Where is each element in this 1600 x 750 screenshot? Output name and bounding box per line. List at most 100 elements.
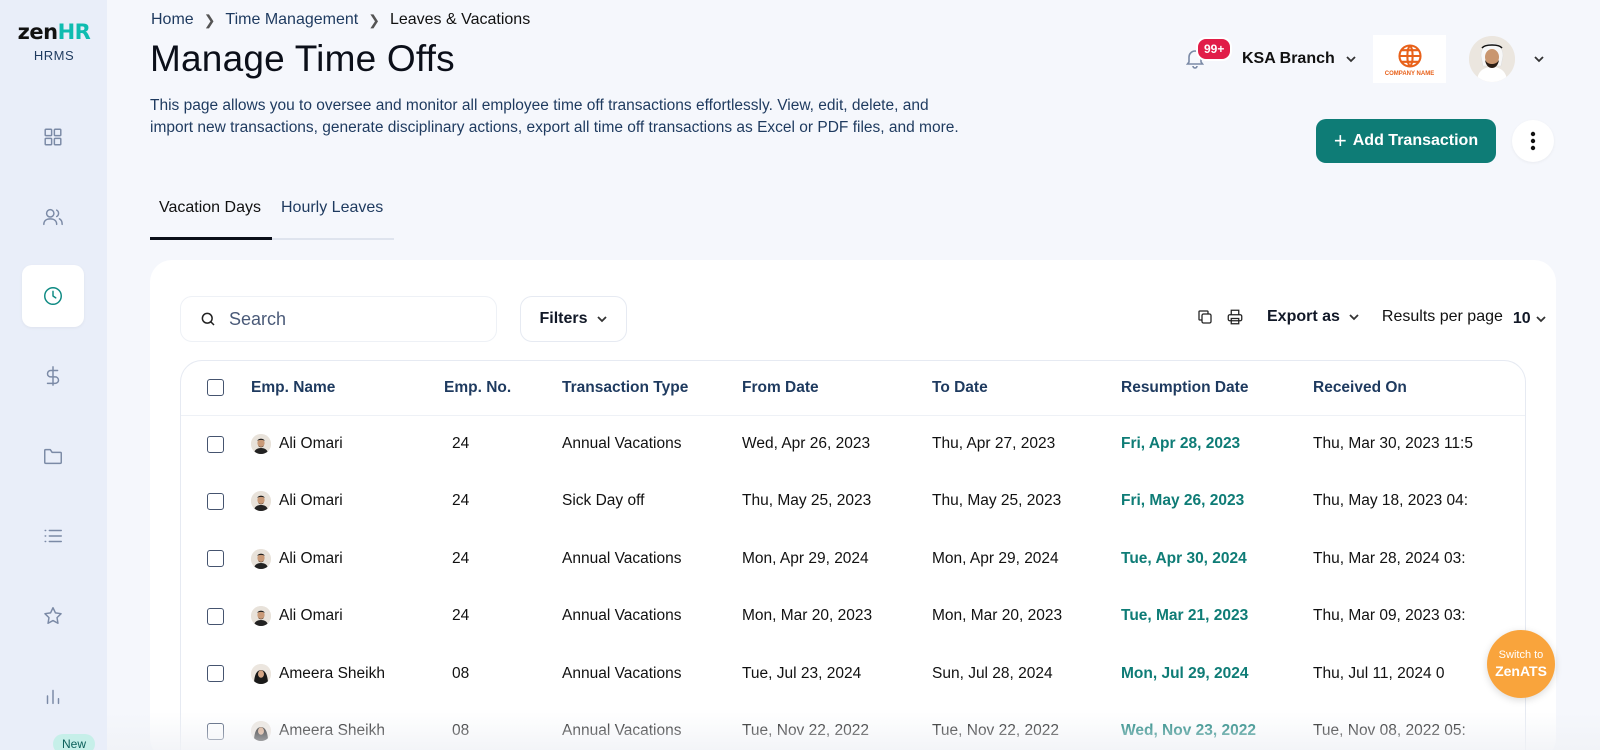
employee-avatar [251,663,271,684]
print-button[interactable] [1220,302,1250,332]
to-date-cell: Thu, Apr 27, 2023 [932,435,1056,452]
resumption-date-cell: Fri, May 26, 2023 [1121,492,1245,510]
employee-avatar [251,721,271,742]
to-date-cell: Mon, Mar 20, 2023 [932,607,1063,625]
emp-name[interactable]: Ameera Sheikh [279,665,385,683]
table-row[interactable]: Ali Omari 24 Sick Day off Thu, May 25, 2023… [181,473,1525,531]
search-input[interactable] [229,308,469,330]
resumption-date-cell: Tue, Apr 30, 2024 [1121,549,1247,567]
add-transaction-button[interactable]: + Add Transaction [1316,119,1496,163]
sidebar-item-documents[interactable] [22,425,84,487]
select-all-checkbox[interactable] [207,379,224,397]
row-select-cell [181,473,251,531]
more-options-button[interactable] [1512,120,1554,162]
column-header-emp-no[interactable]: Emp. No. [444,361,562,416]
table-row[interactable]: Ameera Sheikh 08 Annual Vacations Tue, Jul … [181,645,1525,703]
tab-hourly-leaves[interactable]: Hourly Leaves [272,196,392,240]
table-row[interactable]: Ameera Sheikh 08 Annual Vacations Tue, Nov … [181,703,1525,750]
breadcrumb-home[interactable]: Home [151,11,194,29]
sidebar-item-dashboard[interactable] [22,106,84,168]
tab-vacation-days[interactable]: Vacation Days [150,196,272,240]
sidebar-item-payroll[interactable] [22,345,84,407]
resumption-date-cell: Mon, Jul 29, 2024 [1121,664,1249,682]
sidebar-item-time-management[interactable] [22,265,84,327]
dollar-icon [46,366,60,386]
plus-icon: + [1333,128,1347,153]
emp-name[interactable]: Ali Omari [279,550,343,568]
results-per-page-value: 10 [1512,310,1531,327]
sidebar-item-employees[interactable] [22,186,84,248]
emp-name[interactable]: Ali Omari [279,435,343,453]
received-on-cell: Thu, Mar 30, 2023 11:5 [1313,435,1473,452]
to-date-cell: Sun, Jul 28, 2024 [932,664,1053,682]
dashboard-icon [44,128,62,146]
breadcrumb-time-management[interactable]: Time Management [225,11,358,29]
received-on-cell: Thu, Mar 28, 2024 03: [1313,549,1466,567]
branch-selector[interactable]: KSA Branch [1242,50,1357,68]
sidebar-item-performance[interactable] [22,585,84,647]
column-header-to-date[interactable]: To Date [932,361,1121,416]
row-checkbox[interactable] [207,665,224,683]
user-avatar[interactable] [1469,36,1515,82]
emp-no-cell: 08 [452,722,470,740]
emp-name-cell: Ali Omari [251,473,444,531]
table-row[interactable]: Ali Omari 24 Annual Vacations Mon, Apr 29, … [181,530,1525,588]
filters-button[interactable]: Filters [520,296,627,342]
column-header-transaction-type[interactable]: Transaction Type [562,361,742,416]
table-row[interactable]: Ali Omari 24 Annual Vacations Mon, Mar 20, … [181,588,1525,646]
page-title: Manage Time Offs [150,38,455,79]
results-per-page-label: Results per page [1381,308,1503,325]
page-description: This page allows you to oversee and moni… [150,97,959,136]
chevron-right-icon: ❯ [203,11,216,28]
table-row[interactable]: Ali Omari 24 Annual Vacations Wed, Apr 26, … [181,415,1525,473]
emp-name[interactable]: Ameera Sheikh [279,722,385,740]
export-as-dropdown[interactable]: Export as [1267,308,1360,326]
resumption-date-cell: Tue, Mar 21, 2023 [1121,607,1249,625]
column-header-emp-name[interactable]: Emp. Name [251,361,444,416]
zenhr-logo[interactable]: zenHR HRMS [14,20,94,63]
sidebar-item-reports[interactable] [22,665,84,727]
switch-to-zenats-button[interactable]: Switch to ZenATS [1487,630,1555,698]
transaction-type-cell: Annual Vacations [562,722,682,740]
row-checkbox[interactable] [207,550,224,568]
emp-name[interactable]: Ali Omari [279,607,343,625]
sidebar-item-lists[interactable] [22,505,84,567]
folder-icon [44,448,62,465]
to-date-cell: Tue, Nov 22, 2022 [932,722,1059,740]
column-header-from-date[interactable]: From Date [742,361,932,416]
copy-button[interactable] [1190,302,1220,332]
chevron-down-icon [1346,56,1356,63]
search-box[interactable] [180,296,497,342]
row-select-cell [181,588,251,646]
row-checkbox[interactable] [207,492,224,510]
row-checkbox[interactable] [207,435,224,453]
employee-avatar [251,434,271,454]
table-header-row: Emp. Name Emp. No. Transaction Type From… [181,361,1525,416]
emp-no-cell: 08 [452,664,470,682]
from-date-cell: Wed, Apr 26, 2023 [742,435,871,452]
emp-no-cell: 24 [452,492,470,510]
star-icon [44,607,62,624]
to-date-cell: Mon, Apr 29, 2024 [932,549,1059,567]
emp-no-cell: 24 [452,435,470,452]
employee-avatar [251,606,271,627]
company-logo: COMPANY NAME [1373,35,1446,83]
from-date-cell: Tue, Nov 22, 2022 [742,722,869,740]
employee-avatar [251,548,271,569]
row-checkbox[interactable] [207,722,224,740]
received-on-cell: Tue, Nov 08, 2022 05: [1313,722,1466,740]
chevron-down-icon [1536,316,1546,323]
column-header-resumption-date[interactable]: Resumption Date [1121,361,1313,416]
results-per-page-select[interactable]: 10 [1513,310,1547,328]
column-header-received-on[interactable]: Received On [1313,361,1525,416]
row-checkbox[interactable] [207,607,224,625]
emp-name[interactable]: Ali Omari [279,492,343,510]
tabs: Vacation Days Hourly Leaves [150,196,394,240]
branch-label: KSA Branch [1242,50,1335,67]
transactions-card: Filters Export as Results per page 10 [150,260,1556,750]
user-menu-chevron-icon[interactable] [1533,53,1545,65]
emp-name-cell: Ali Omari [251,588,444,646]
bar-chart-icon [46,689,60,705]
row-select-cell [181,415,251,473]
notification-count-badge: 99+ [1196,37,1233,61]
